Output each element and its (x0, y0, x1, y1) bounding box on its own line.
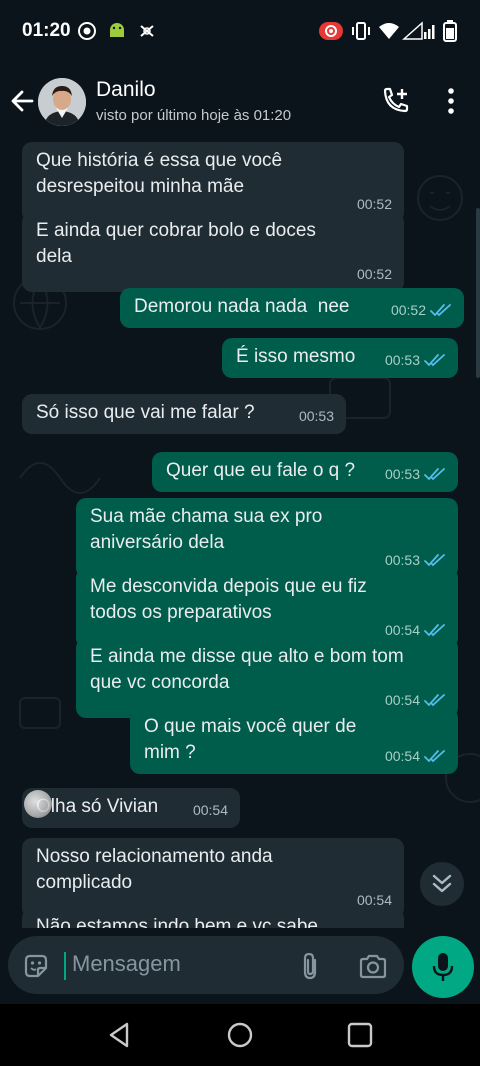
contact-photo (38, 78, 86, 126)
message-text: Quer que eu fale o q ? (166, 460, 356, 481)
nav-home-icon[interactable] (226, 1021, 254, 1049)
status-bar: 01:20 (0, 0, 480, 64)
read-receipt-icon (430, 304, 451, 317)
scroll-to-bottom-button[interactable] (420, 862, 464, 906)
last-seen-status: visto por último hoje às 01:20 (96, 107, 292, 124)
attach-icon[interactable] (298, 951, 324, 981)
message-text: E ainda quer cobrar bolo e doces dela (36, 220, 316, 267)
outgoing-message[interactable]: E ainda me disse que alto e bom tom que … (76, 638, 458, 718)
message-time: 00:54 (384, 748, 420, 764)
record-icon (78, 22, 96, 40)
double-chevron-down-icon (432, 874, 452, 893)
outgoing-message[interactable]: Me desconvida depois que eu fiz todos os… (76, 568, 458, 648)
message-text: Só isso que vai me falar ? (36, 402, 255, 423)
battery-icon (443, 20, 457, 42)
sticker-icon[interactable] (22, 952, 50, 980)
incoming-message[interactable]: Não estamos indo bem e vc sabe (22, 908, 404, 928)
message-time: 00:53 (384, 352, 420, 368)
read-receipt-icon (424, 624, 445, 637)
read-receipt-icon (424, 468, 445, 481)
outgoing-message[interactable]: Sua mãe chama sua ex pro aniversário del… (76, 498, 458, 578)
message-time: 00:52 (390, 302, 426, 318)
system-navigation-bar (0, 1004, 480, 1066)
message-meta: 00:53 (385, 461, 446, 487)
back-arrow-icon[interactable] (8, 86, 38, 116)
incoming-message[interactable]: Só isso que vai me falar ? 00:53 (22, 394, 346, 434)
message-time: 00:53 (298, 408, 334, 424)
read-receipt-icon (424, 554, 445, 567)
status-time: 01:20 (22, 20, 71, 41)
read-receipt-icon (424, 694, 445, 707)
outgoing-message[interactable]: Quer que eu fale o q ? 00:53 (152, 452, 458, 492)
message-text: Olha só Vivian (36, 796, 159, 817)
android-icon (110, 23, 124, 37)
avatar[interactable] (38, 78, 86, 126)
touch-indicator (24, 790, 52, 818)
message-text: Não estamos indo bem e vc sabe (36, 916, 318, 928)
message-text: Demorou nada nada nee (134, 296, 350, 317)
message-meta: 00:52 (391, 297, 452, 323)
read-receipt-icon (424, 750, 445, 763)
camera-icon[interactable] (358, 952, 388, 980)
incoming-message[interactable]: Olha só Vivian 00:54 (22, 788, 240, 828)
message-input-box[interactable]: Mensagem (8, 936, 404, 994)
outgoing-message[interactable]: O que mais você quer de mim ? 00:54 (130, 708, 458, 774)
contact-name[interactable]: Danilo (96, 78, 156, 102)
chat-header: Danilo visto por último hoje às 01:20 (0, 64, 480, 138)
wifi-icon (379, 23, 399, 39)
message-text: Nosso relacionamento anda complicado (36, 846, 273, 893)
composer-bar: Mensagem (0, 928, 480, 1004)
more-options-icon[interactable] (440, 86, 462, 116)
message-text: Que história é essa que você desrespeito… (36, 150, 283, 197)
sync-icon (140, 25, 154, 37)
message-text: É isso mesmo (236, 346, 356, 367)
chat-area[interactable]: Que história é essa que você desrespeito… (0, 138, 480, 928)
scrollbar[interactable] (476, 208, 480, 378)
outgoing-message[interactable]: É isso mesmo 00:53 (222, 338, 458, 378)
incoming-message[interactable]: E ainda quer cobrar bolo e doces dela 00:… (22, 212, 404, 292)
add-call-icon[interactable] (380, 86, 410, 116)
message-time: 00:54 (192, 802, 228, 818)
message-meta: 00:52 (357, 261, 392, 287)
incoming-message[interactable]: Nosso relacionamento anda complicado 00:5… (22, 838, 404, 918)
incoming-message[interactable]: Que história é essa que você desrespeito… (22, 142, 404, 222)
message-text: O que mais você quer de mim ? (144, 716, 362, 763)
outgoing-message[interactable]: Demorou nada nada nee 00:52 (120, 288, 464, 328)
nav-back-icon[interactable] (106, 1021, 134, 1049)
screen-record-icon (319, 22, 343, 40)
voice-record-button[interactable] (412, 936, 474, 998)
message-time: 00:52 (356, 266, 392, 282)
microphone-icon (432, 953, 454, 981)
vibrate-icon (352, 22, 370, 40)
message-time: 00:53 (384, 466, 420, 482)
signal-icon (402, 21, 435, 40)
message-input-placeholder[interactable]: Mensagem (72, 951, 181, 977)
message-meta: 00:54 (193, 797, 228, 823)
message-meta: 00:54 (385, 743, 446, 769)
nav-recents-icon[interactable] (346, 1021, 374, 1049)
text-cursor (64, 952, 66, 980)
message-meta: 00:53 (385, 347, 446, 373)
read-receipt-icon (424, 354, 445, 367)
message-meta: 00:53 (299, 403, 334, 429)
